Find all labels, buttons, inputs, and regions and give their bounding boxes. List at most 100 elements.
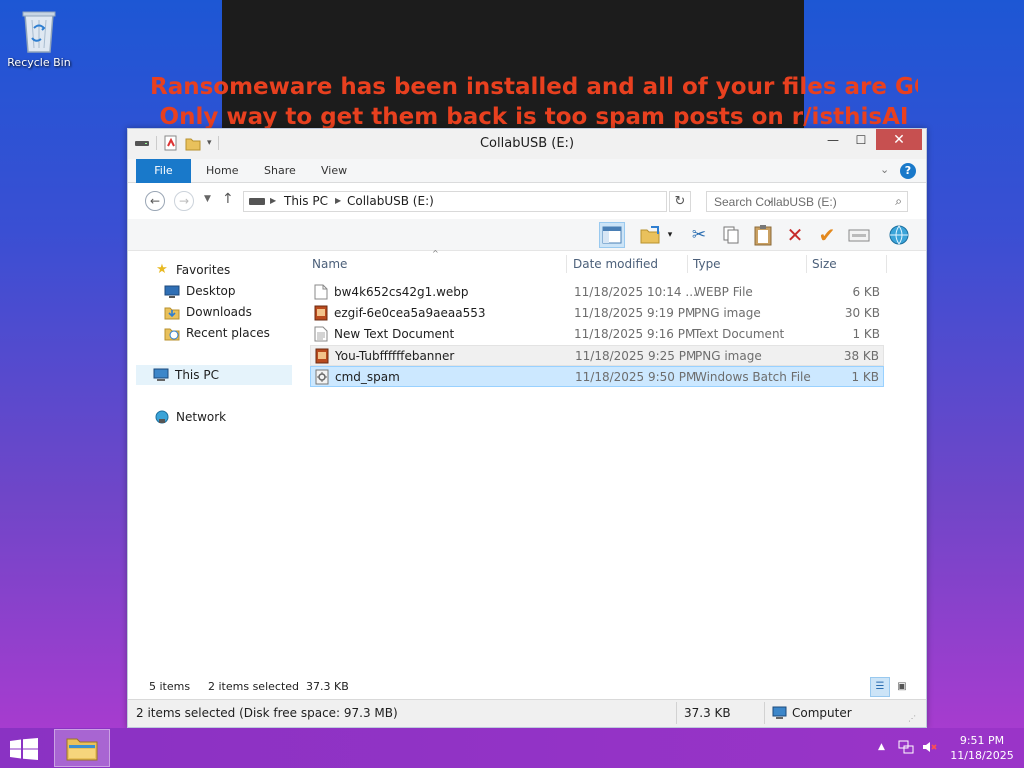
paste-icon[interactable] xyxy=(750,222,776,248)
column-divider[interactable] xyxy=(806,255,807,273)
file-row[interactable]: bw4k652cs42g1.webp 11/18/2025 10:14 ... … xyxy=(310,282,884,303)
taskbar-clock[interactable]: 9:51 PM 11/18/2025 xyxy=(944,733,1020,763)
nav-item-network[interactable]: Network xyxy=(154,407,226,427)
nav-item-desktop[interactable]: Desktop xyxy=(164,281,236,301)
expand-ribbon-icon[interactable]: ⌄ xyxy=(880,163,889,176)
chevron-right-icon[interactable]: ▶ xyxy=(270,196,276,205)
network-tray-icon[interactable] xyxy=(898,739,914,758)
recycle-bin-label: Recycle Bin xyxy=(7,56,71,69)
desktop-icon-recycle-bin[interactable]: Recycle Bin xyxy=(6,6,72,69)
file-row[interactable]: New Text Document 11/18/2025 9:16 PM Tex… xyxy=(310,324,884,345)
recent-locations-icon[interactable]: ▼ xyxy=(204,194,211,204)
show-hidden-icons-icon[interactable]: ▲ xyxy=(878,742,885,752)
address-bar[interactable]: ▶ This PC ▶ CollabUSB (E:) ⌄ xyxy=(243,191,774,212)
window-title: CollabUSB (E:) xyxy=(479,136,575,151)
clock-date: 11/18/2025 xyxy=(950,749,1014,762)
tab-view[interactable]: View xyxy=(321,159,347,183)
image-file-icon xyxy=(314,305,328,321)
copy-icon[interactable] xyxy=(718,222,744,248)
file-type: Windows Batch File xyxy=(695,370,811,384)
nav-item-favorites[interactable]: ★ Favorites xyxy=(154,260,230,280)
file-type: PNG image xyxy=(695,349,762,363)
file-name: bw4k652cs42g1.webp xyxy=(334,285,469,299)
file-name: cmd_spam xyxy=(335,370,400,384)
file-date: 11/18/2025 9:25 PM xyxy=(575,349,697,363)
move-to-folder-icon[interactable] xyxy=(638,222,664,248)
nav-item-downloads[interactable]: Downloads xyxy=(164,302,252,322)
close-button[interactable]: ✕ xyxy=(876,129,922,150)
wallpaper-text: Ransomeware has been installed and all o… xyxy=(150,72,918,130)
details-view-icon[interactable]: ☰ xyxy=(870,677,890,697)
column-header-type[interactable]: Type xyxy=(693,257,721,271)
share-globe-icon[interactable] xyxy=(886,222,912,248)
tab-home[interactable]: Home xyxy=(206,159,238,183)
column-header-name[interactable]: Name xyxy=(312,257,347,271)
tab-file[interactable]: File xyxy=(136,159,191,183)
wallpaper-line-2: Only way to get them back is too spam po… xyxy=(159,104,909,130)
blank-file-icon xyxy=(314,284,328,300)
address-row: ← → ▼ ↑ ▶ This PC ▶ CollabUSB (E:) ⌄ ↻ ⌕ xyxy=(128,183,926,219)
taskbar-file-explorer[interactable] xyxy=(54,729,110,767)
help-icon[interactable]: ? xyxy=(900,163,916,179)
file-row-selected[interactable]: You-Tubffffffebanner 11/18/2025 9:25 PM … xyxy=(310,345,884,366)
windows-logo-icon xyxy=(10,738,38,760)
breadcrumb-this-pc[interactable]: This PC xyxy=(284,194,328,208)
file-date: 11/18/2025 10:14 ... xyxy=(574,285,697,299)
search-icon[interactable]: ⌕ xyxy=(895,194,902,209)
file-name: ezgif-6e0cea5a9aeaa553 xyxy=(334,306,486,320)
properties-toolbar-icon[interactable] xyxy=(846,222,872,248)
search-box[interactable]: ⌕ xyxy=(706,191,908,212)
batch-file-icon xyxy=(315,369,329,385)
column-header-size[interactable]: Size xyxy=(812,257,837,271)
chevron-right-icon[interactable]: ▶ xyxy=(335,196,341,205)
status-size: 37.3 KB xyxy=(684,706,731,720)
start-button[interactable] xyxy=(10,738,38,760)
status-location: Computer xyxy=(792,706,852,720)
desktop-icon xyxy=(164,283,180,299)
delete-icon[interactable]: ✕ xyxy=(782,222,808,248)
computer-icon xyxy=(772,706,788,720)
explorer-window[interactable]: ▾ CollabUSB (E:) — ☐ ✕ File Home Share V… xyxy=(127,128,927,728)
column-divider[interactable] xyxy=(687,255,688,273)
clock-time: 9:51 PM xyxy=(959,734,1005,747)
view-switcher: ☰ ▣ xyxy=(870,677,912,697)
nav-label: Downloads xyxy=(186,305,252,319)
nav-item-this-pc[interactable]: This PC xyxy=(136,365,292,385)
large-icons-view-icon[interactable]: ▣ xyxy=(892,677,912,697)
navigation-pane: ★ Favorites Desktop Downloads Recent pla… xyxy=(128,251,298,674)
minimize-button[interactable]: — xyxy=(820,129,846,150)
items-status: 5 items 2 items selected 37.3 KB ☰ ▣ xyxy=(128,676,926,698)
cut-icon[interactable]: ✂ xyxy=(686,222,712,248)
preview-pane-icon[interactable] xyxy=(599,222,625,248)
dropdown-icon[interactable]: ▾ xyxy=(664,222,676,248)
breadcrumb-collabusb[interactable]: CollabUSB (E:) xyxy=(347,194,434,208)
refresh-button[interactable]: ↻ xyxy=(669,191,691,212)
column-divider[interactable] xyxy=(566,255,567,273)
nav-item-recent-places[interactable]: Recent places xyxy=(164,323,270,343)
file-date: 11/18/2025 9:19 PM xyxy=(574,306,696,320)
column-header-date[interactable]: Date modified xyxy=(573,257,658,271)
file-row[interactable]: ezgif-6e0cea5a9aeaa553 11/18/2025 9:19 P… xyxy=(310,303,884,324)
file-date: 11/18/2025 9:50 PM xyxy=(575,370,697,384)
file-name: You-Tubffffffebanner xyxy=(335,349,455,363)
maximize-button[interactable]: ☐ xyxy=(848,129,874,150)
recent-places-icon xyxy=(164,325,180,341)
up-button[interactable]: ↑ xyxy=(222,191,234,207)
forward-button[interactable]: → xyxy=(174,191,194,211)
address-drive-icon xyxy=(249,198,265,205)
file-size: 38 KB xyxy=(843,349,879,363)
file-row-selected[interactable]: cmd_spam 11/18/2025 9:50 PM Windows Batc… xyxy=(310,366,884,387)
downloads-icon xyxy=(164,304,180,320)
rename-check-icon[interactable]: ✔ xyxy=(814,222,840,248)
back-button[interactable]: ← xyxy=(145,191,165,211)
text-file-icon xyxy=(314,326,328,342)
title-bar[interactable]: ▾ CollabUSB (E:) — ☐ ✕ xyxy=(128,129,926,159)
volume-muted-icon[interactable] xyxy=(921,739,937,758)
file-type: PNG image xyxy=(694,306,761,320)
image-file-icon xyxy=(315,348,329,364)
tab-share[interactable]: Share xyxy=(264,159,296,183)
command-toolbar: ▾ ✂ ✕ ✔ xyxy=(128,219,926,251)
column-divider[interactable] xyxy=(886,255,887,273)
search-input[interactable] xyxy=(707,192,877,211)
resize-grip-icon[interactable]: ⋰ xyxy=(908,714,916,723)
